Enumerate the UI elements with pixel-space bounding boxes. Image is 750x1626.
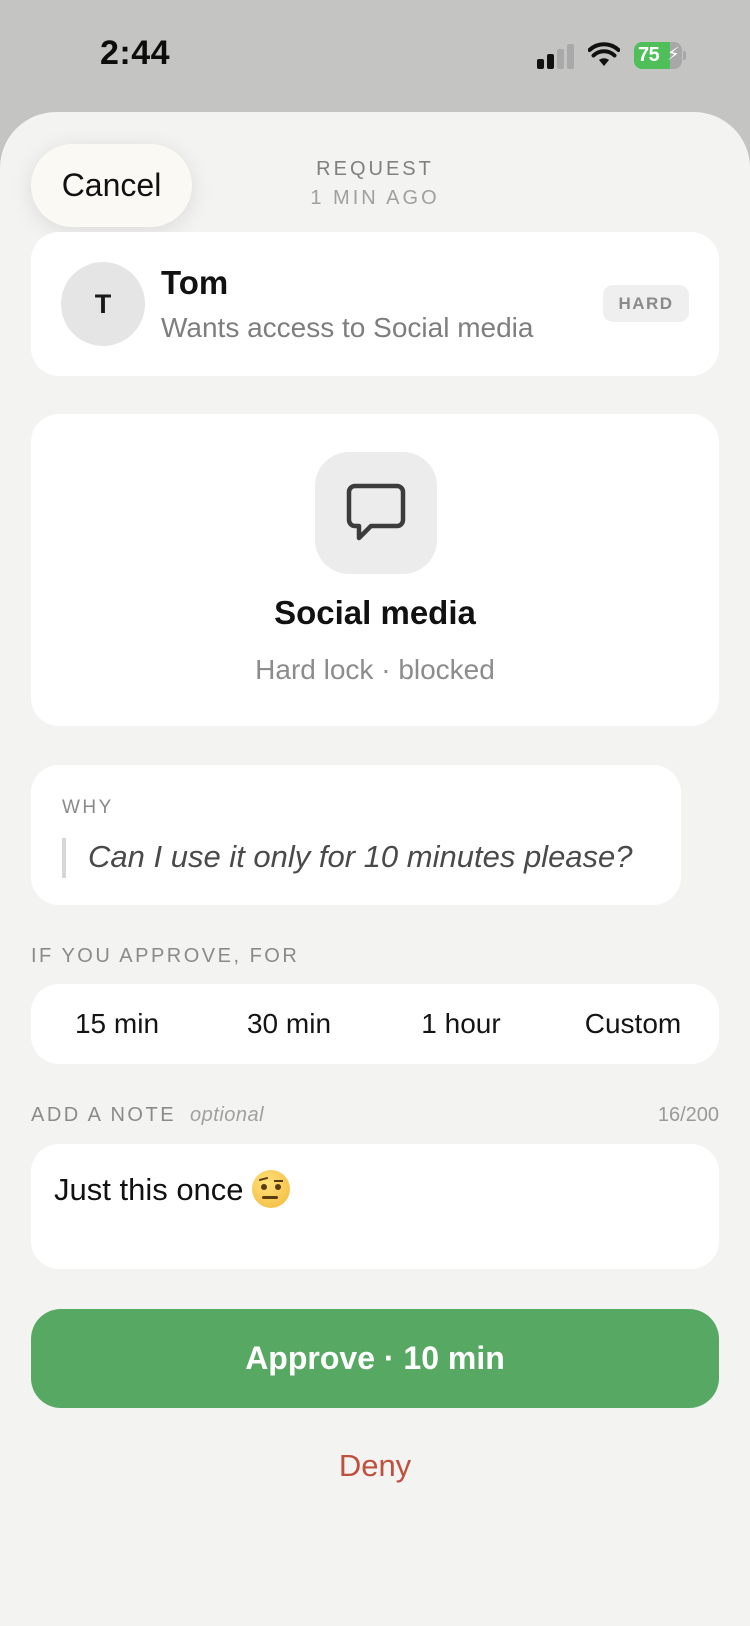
request-time: 1 MIN AGO xyxy=(310,187,440,209)
speech-bubble-icon xyxy=(346,483,406,541)
lock-level-badge: HARD xyxy=(603,285,689,322)
charging-bolt-icon: ⚡ xyxy=(667,44,680,64)
status-time: 2:44 xyxy=(100,34,171,72)
battery-level: 75 xyxy=(638,44,660,66)
cancel-button[interactable]: Cancel xyxy=(31,144,192,227)
avatar: T xyxy=(61,262,145,346)
requester-name: Tom xyxy=(161,264,229,301)
duration-selector: 15 min 30 min 1 hour Custom xyxy=(31,984,719,1064)
duration-option-custom[interactable]: Custom xyxy=(547,1008,719,1040)
approve-button[interactable]: Approve · 10 min xyxy=(31,1309,719,1408)
sheet-header: REQUEST 1 MIN AGO xyxy=(250,158,500,210)
cellular-signal-icon xyxy=(537,44,574,69)
reason-label: WHY xyxy=(62,797,114,818)
requester-card: T Tom Wants access to Social media HARD xyxy=(31,232,719,376)
note-value: Just this once xyxy=(54,1172,244,1207)
duration-option-30-min[interactable]: 30 min xyxy=(203,1008,375,1040)
requester-description: Wants access to Social media xyxy=(161,312,534,343)
note-label: ADD A NOTE xyxy=(31,1104,177,1126)
wifi-icon xyxy=(588,42,620,66)
battery-icon: 75 ⚡ xyxy=(634,42,686,69)
note-character-count: 16/200 xyxy=(657,1104,719,1126)
note-optional-label: optional xyxy=(190,1104,265,1126)
app-icon-tile xyxy=(315,452,437,574)
reason-card: WHY Can I use it only for 10 minutes ple… xyxy=(31,765,681,905)
duration-label: IF YOU APPROVE, FOR xyxy=(31,945,300,967)
app-name: Social media xyxy=(274,594,476,631)
deny-button[interactable]: Deny xyxy=(275,1440,475,1492)
app-card: Social media Hard lock · blocked xyxy=(31,414,719,726)
note-label-row: ADD A NOTE optional xyxy=(31,1104,264,1127)
sheet-title: REQUEST xyxy=(316,158,434,180)
raised-eyebrow-emoji-icon xyxy=(251,1170,290,1208)
reason-text: Can I use it only for 10 minutes please? xyxy=(88,839,633,874)
duration-option-15-min[interactable]: 15 min xyxy=(31,1008,203,1040)
duration-option-1-hour[interactable]: 1 hour xyxy=(375,1008,547,1040)
quote-bar xyxy=(62,838,66,878)
note-text: Just this once xyxy=(54,1170,290,1208)
note-field[interactable]: Just this once xyxy=(31,1144,719,1269)
app-lock-status: Hard lock · blocked xyxy=(255,654,495,685)
status-bar: 2:44 75 ⚡ xyxy=(0,0,750,112)
